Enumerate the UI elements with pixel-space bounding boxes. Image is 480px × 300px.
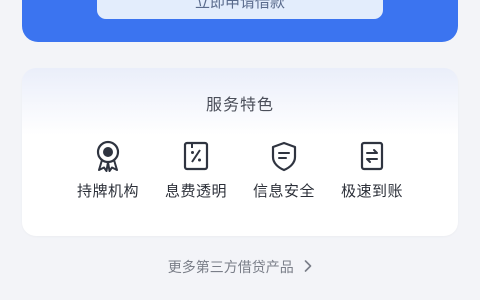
- certified-medal-icon: [96, 140, 120, 172]
- transfer-doc-icon: [360, 141, 384, 171]
- feature-label: 息费透明: [164, 182, 227, 200]
- feature-label: 极速到账: [340, 182, 403, 200]
- more-third-party-loans-link[interactable]: 更多第三方借贷产品: [0, 257, 480, 277]
- feature-fast-arrival: 极速到账: [322, 140, 422, 201]
- service-features-card: 服务特色 持牌机构 息费透明 信息安全 极速到账: [22, 68, 458, 236]
- feature-transparent-fees: 息费透明: [146, 140, 246, 201]
- apply-loan-button-label: 立即申请借款: [194, 0, 285, 11]
- chevron-right-icon: [304, 260, 312, 276]
- percent-doc-icon: [183, 141, 209, 171]
- feature-label: 持牌机构: [76, 182, 139, 200]
- apply-loan-button[interactable]: 立即申请借款: [97, 0, 383, 19]
- feature-label: 信息安全: [252, 182, 315, 200]
- service-features-title: 服务特色: [205, 95, 274, 114]
- feature-information-security: 信息安全: [234, 140, 334, 201]
- more-link-label: 更多第三方借贷产品: [167, 260, 294, 276]
- shield-icon: [271, 141, 297, 172]
- feature-licensed-institution: 持牌机构: [58, 140, 158, 201]
- top-banner: 立即申请借款: [22, 0, 458, 42]
